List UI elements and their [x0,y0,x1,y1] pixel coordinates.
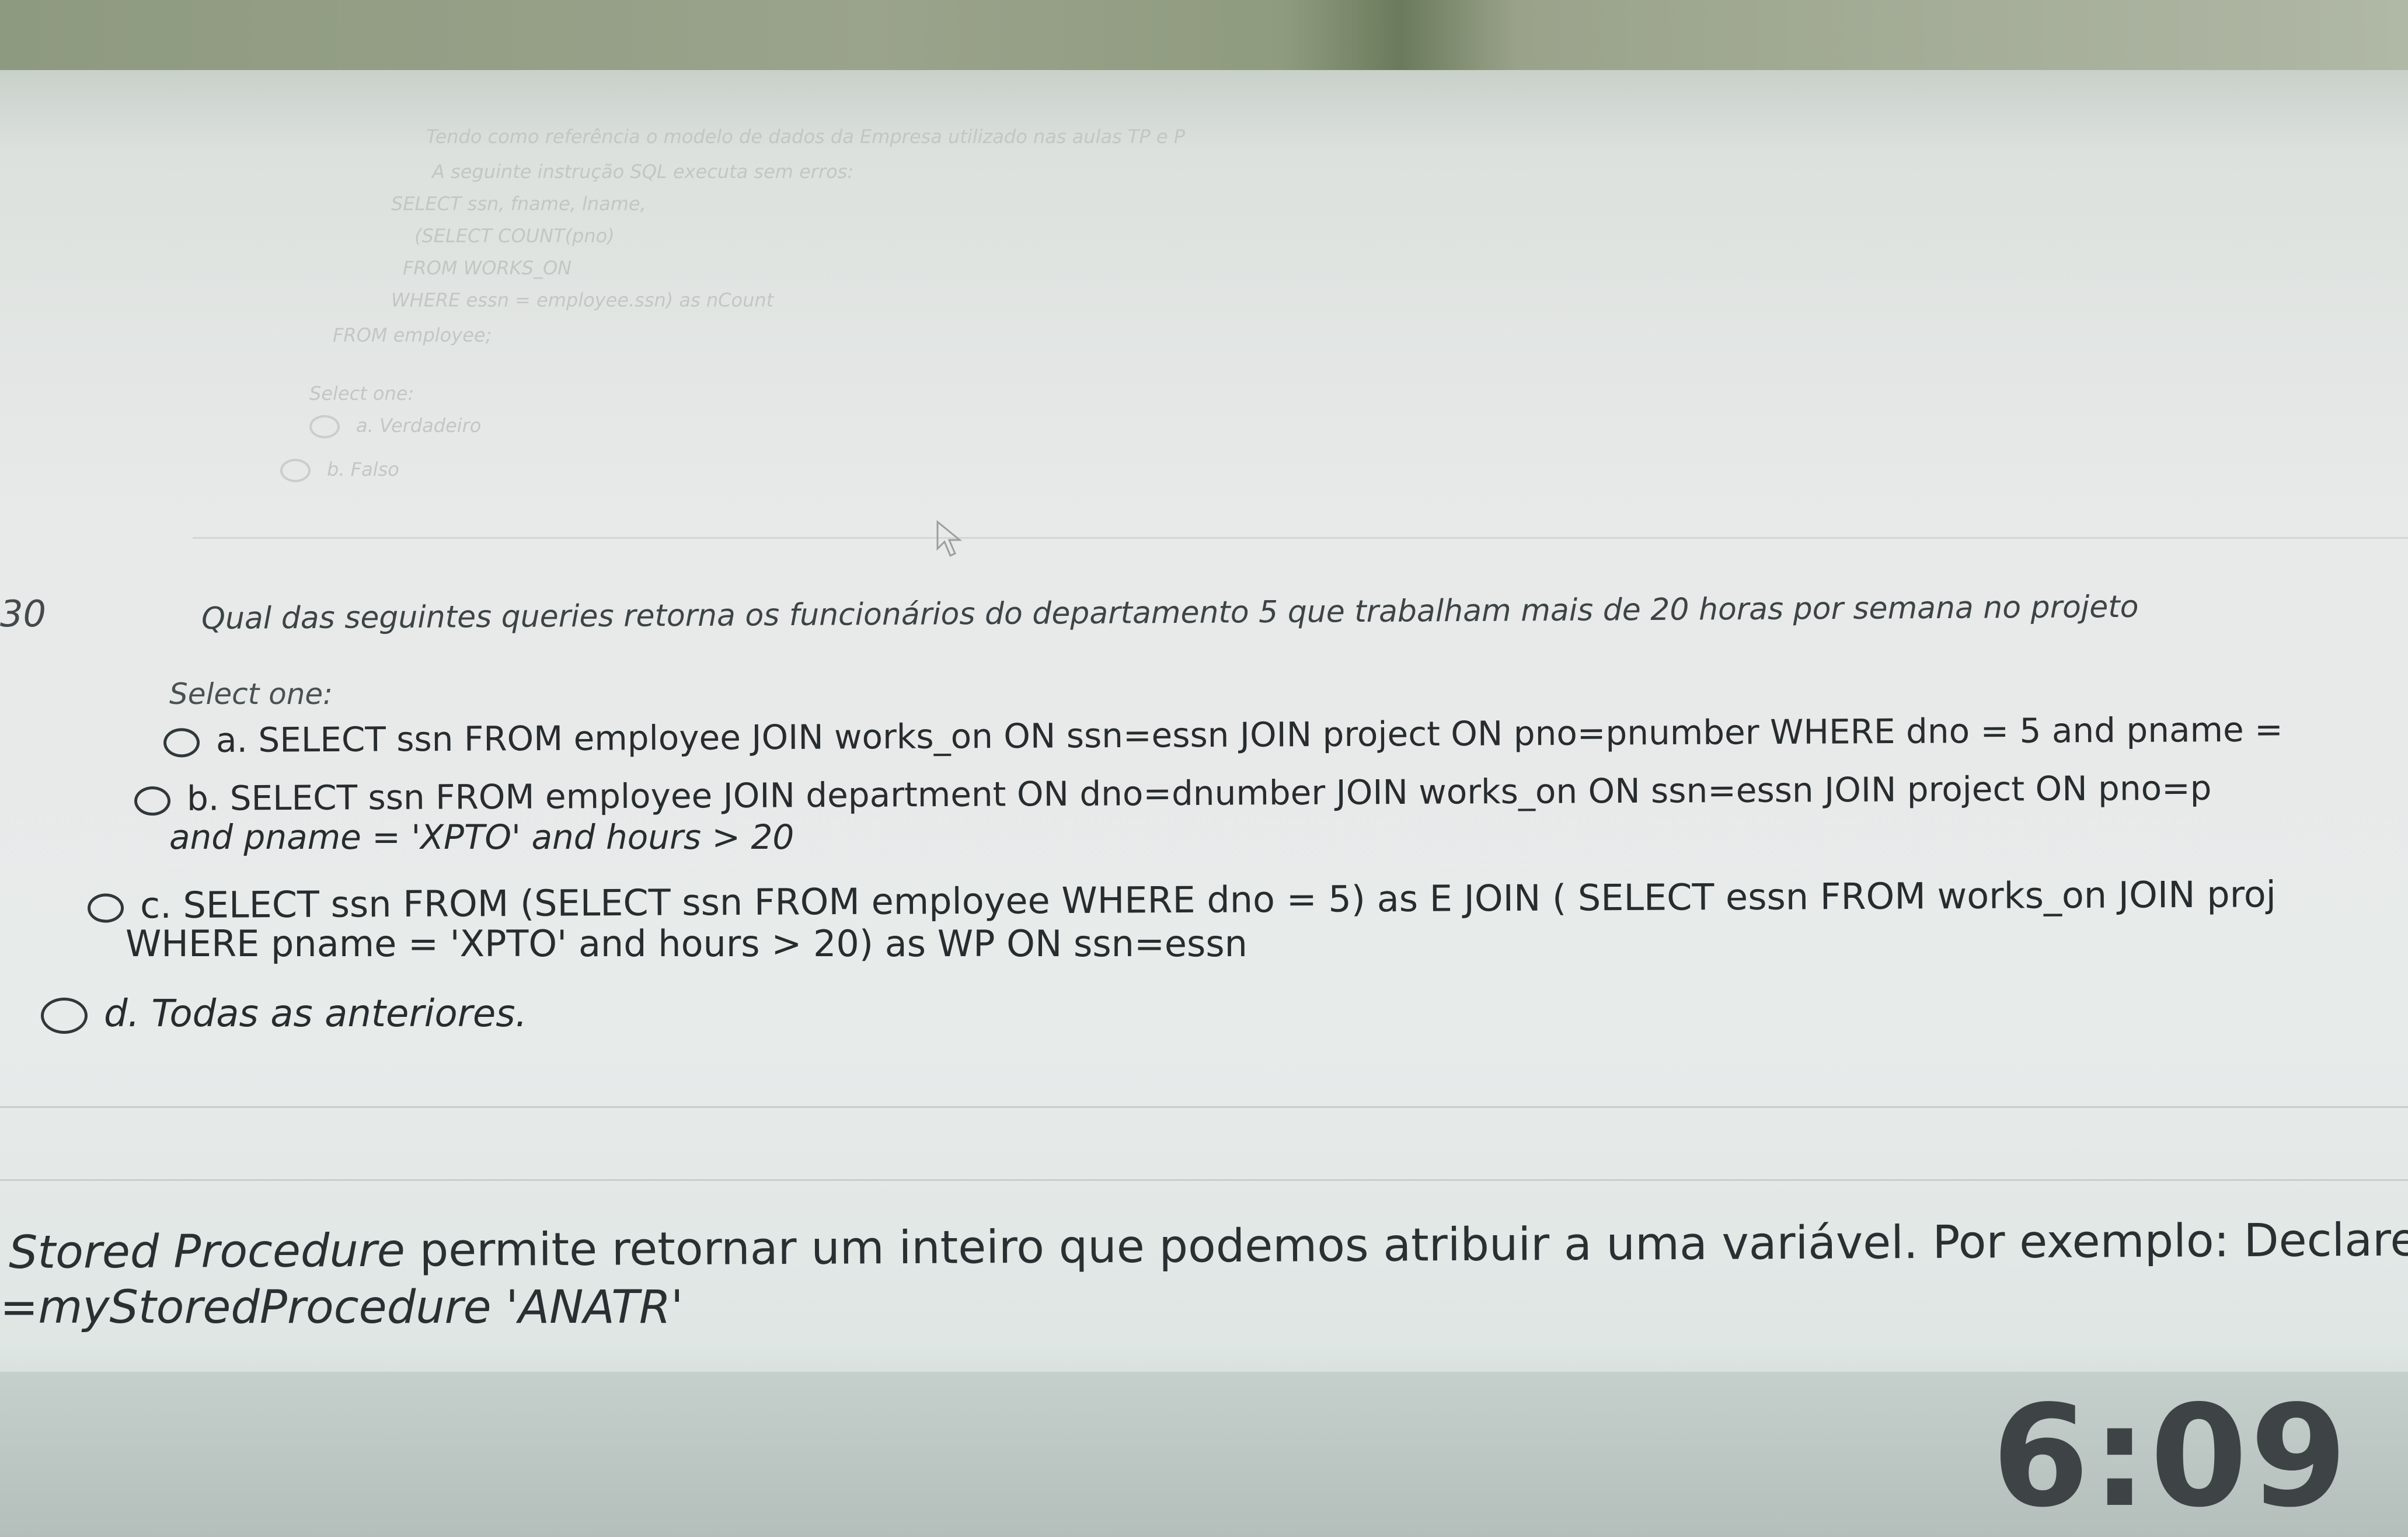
prev-question-line: (SELECT COUNT(pno) [414,225,615,247]
radio-icon[interactable] [280,459,311,482]
radio-icon[interactable] [309,415,340,438]
prev-question-line: A seguinte instrução SQL executa sem err… [432,161,854,183]
mouse-cursor-icon [936,520,963,557]
option-c[interactable]: c. SELECT ssn FROM (SELECT ssn FROM empl… [87,873,2277,927]
radio-icon[interactable] [41,998,88,1034]
question-number: 30 [0,593,46,635]
prev-option-b[interactable]: b. Falso [280,458,399,482]
next-question-term: Stored Procedure [8,1224,406,1280]
option-d-label: d. Todas as anteriores. [104,992,527,1036]
prev-option-b-label: b. Falso [327,458,399,480]
radio-icon[interactable] [87,893,124,923]
next-question-text: permite retornar um inteiro que podemos … [405,1213,2408,1277]
radio-icon[interactable] [134,786,171,816]
prev-question-line: SELECT ssn, fname, lname, [391,193,646,215]
option-b-label: b. SELECT ssn FROM employee JOIN departm… [186,768,2212,818]
option-c-continuation: WHERE pname = 'XPTO' and hours > 20) as … [126,922,1247,965]
prev-question-line: WHERE essn = employee.ssn) as nCount [391,289,774,311]
prev-option-a-label: a. Verdadeiro [356,414,482,437]
select-one-label: Select one: [169,677,333,711]
option-a[interactable]: a. SELECT ssn FROM employee JOIN works_o… [163,709,2283,760]
photo-of-screen: Tendo como referência o modelo de dados … [0,0,2408,1537]
divider [0,1106,2408,1108]
option-b[interactable]: b. SELECT ssn FROM employee JOIN departm… [134,768,2212,819]
next-question-line-2: =myStoredProcedure 'ANATR' [0,1281,684,1334]
top-bezel [0,0,2408,70]
previous-question-card: Tendo como referência o modelo de dados … [193,88,2408,539]
prev-question-line: FROM employee; [333,324,492,346]
divider [0,1179,2408,1181]
option-d[interactable]: d. Todas as anteriores. [41,992,527,1036]
prev-select-one: Select one: [309,382,414,405]
radio-icon[interactable] [163,728,200,758]
next-question-line-1: Stored Procedure permite retornar um int… [9,1214,2408,1279]
prev-option-a[interactable]: a. Verdadeiro [309,414,481,438]
prev-question-line: Tendo como referência o modelo de dados … [426,126,1186,148]
option-b-continuation: and pname = 'XPTO' and hours > 20 [169,817,794,857]
clock: 6:09 [1992,1375,2350,1537]
option-c-label: c. SELECT ssn FROM (SELECT ssn FROM empl… [140,873,2277,927]
option-a-label: a. SELECT ssn FROM employee JOIN works_o… [215,709,2283,761]
question-text: Qual das seguintes queries retorna os fu… [201,589,2139,637]
prev-question-line: FROM WORKS_ON [403,257,572,279]
